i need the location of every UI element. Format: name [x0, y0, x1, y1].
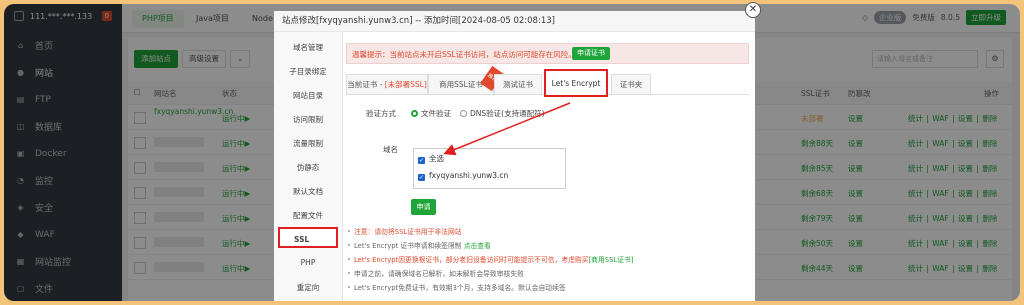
close-icon[interactable]: ✕	[745, 2, 761, 18]
site-edit-dialog: 站点修改[fxyqyanshi.yunw3.cn] -- 添加时间[2024-0…	[274, 11, 755, 301]
annotation-arrow	[443, 102, 571, 156]
